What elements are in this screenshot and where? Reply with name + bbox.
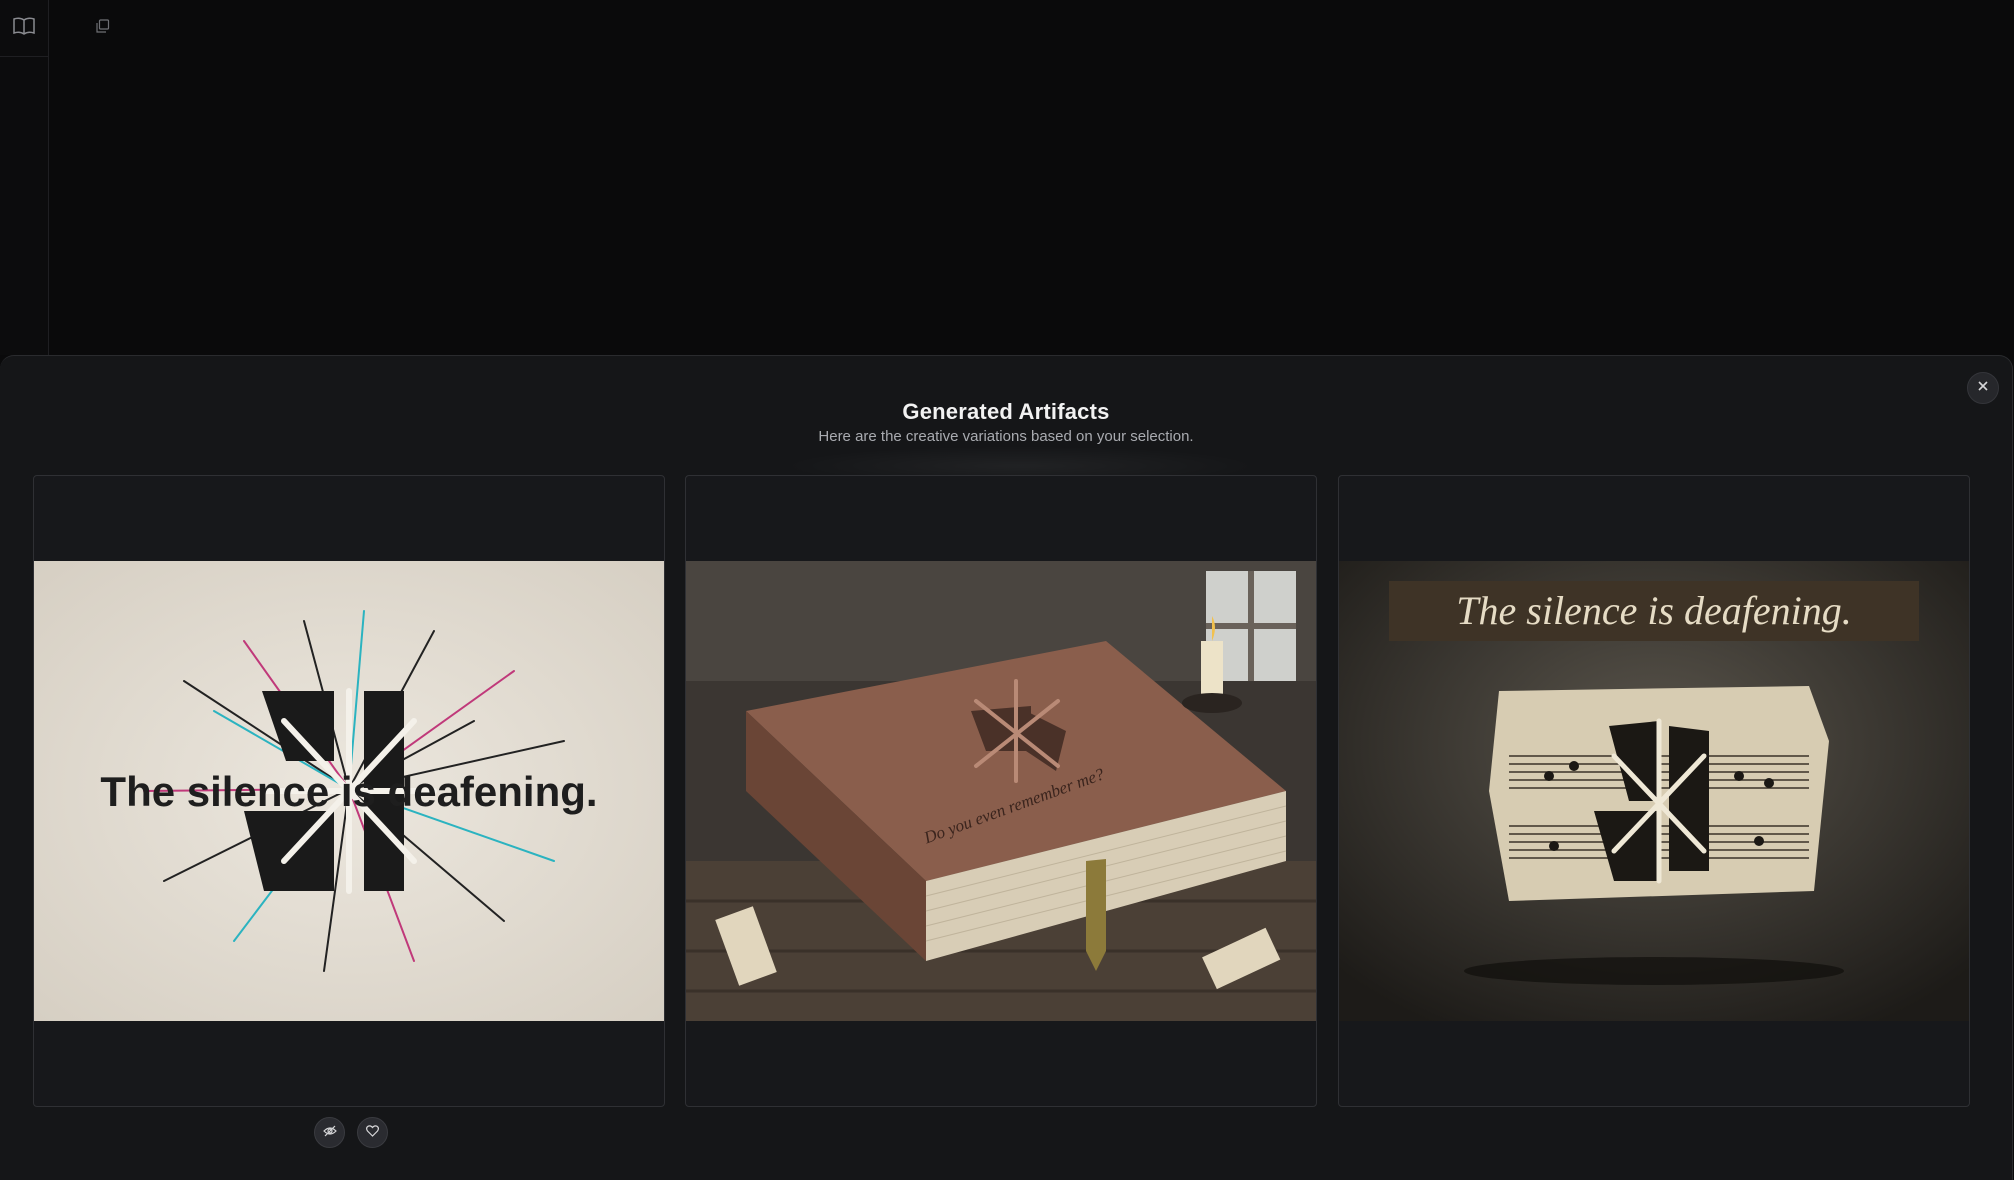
modal-subtitle: Here are the creative variations based o…: [818, 428, 1194, 445]
eye-off-icon: [322, 1124, 337, 1142]
book-open-icon[interactable]: [13, 17, 35, 40]
artifact-image-2[interactable]: Do you even remember me?: [686, 561, 1316, 1021]
sidebar-top: [0, 0, 48, 57]
artifact-card-1[interactable]: The silence is deafening.: [33, 475, 665, 1107]
hide-button[interactable]: [314, 1117, 345, 1148]
generated-artifacts-modal: Generated Artifacts Here are the creativ…: [0, 355, 2013, 1180]
sidebar: [0, 0, 49, 355]
artifact-image-3[interactable]: The silence is deafening.: [1339, 561, 1969, 1021]
modal-title: Generated Artifacts: [902, 399, 1110, 424]
artifact-image-1[interactable]: The silence is deafening.: [34, 561, 664, 1021]
artifact-card-3[interactable]: The silence is deafening.: [1338, 475, 1970, 1107]
card-1-actions: [314, 1117, 388, 1148]
favorite-button[interactable]: [357, 1117, 388, 1148]
artifact-1-text: The silence is deafening.: [100, 768, 597, 815]
artifact-card-2[interactable]: Do you even remember me?: [685, 475, 1317, 1107]
close-icon: [1977, 379, 1989, 397]
copy-icon[interactable]: [96, 19, 110, 38]
heart-icon: [366, 1124, 379, 1142]
artifact-3-text: The silence is deafening.: [1456, 588, 1851, 633]
